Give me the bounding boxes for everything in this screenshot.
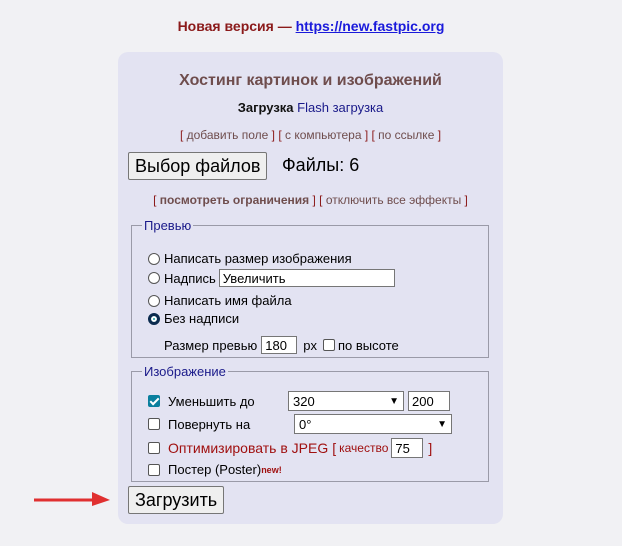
reduce-select-value: 320 [293,393,315,409]
rotate-row: Повернуть на 0° ▼ [148,414,452,434]
upload-mode-line: Загрузка Flash загрузка [118,100,503,115]
image-fieldset: Изображение Уменьшить до 320 ▼ 200 Поверн… [131,364,489,482]
page-title: Хостинг картинок и изображений [179,72,442,89]
reduce-row: Уменьшить до 320 ▼ 200 [148,391,450,411]
optimize-label: Оптимизировать в JPEG [168,440,329,456]
quality-input[interactable]: 75 [391,438,424,458]
upload-panel: Хостинг картинок и изображений Загрузка … [118,52,503,524]
radio-none-label: Без надписи [164,311,240,326]
from-computer-link[interactable]: с компьютера [285,128,362,142]
preview-size-row: Размер превью 180 px по высоте [164,336,399,354]
preview-option-none[interactable]: Без надписи [148,311,239,326]
by-height-checkbox[interactable] [322,339,335,351]
reduce-label: Уменьшить до [168,393,255,409]
files-count: Файлы: 6 [282,155,360,175]
preview-size-label: Размер превью [164,337,258,353]
image-legend: Изображение [144,364,226,379]
new-version-link[interactable]: https://new.fastpic.org [296,18,445,34]
quality-open-bracket: [ [332,440,337,456]
preview-size-unit: px [303,337,317,353]
quality-close-bracket: ] [428,440,433,456]
rotate-select-value: 0° [299,416,312,432]
caption-input[interactable]: Увеличить [218,269,395,287]
rotate-select[interactable]: 0° ▼ [294,414,452,434]
disable-effects-link[interactable]: отключить все эффекты [326,193,461,207]
radio-filename-label: Написать имя файла [164,293,292,308]
preview-legend: Превью [144,218,192,233]
radio-caption-label: Надпись [164,270,216,286]
poster-row: Постер (Poster) new! [148,462,282,477]
chevron-down-icon: ▼ [437,418,447,430]
optimize-checkbox[interactable] [148,442,160,454]
arrow-right-icon [34,492,110,506]
preview-size-input[interactable]: 180 [261,336,298,354]
radio-none[interactable] [148,312,160,325]
choose-files-button[interactable]: Выбор файлов [128,152,268,180]
quality-label: качество [339,441,389,455]
preview-option-size[interactable]: Написать размер изображения [148,251,352,266]
reduce-input[interactable]: 200 [408,391,450,411]
radio-size[interactable] [148,252,160,265]
by-link-link[interactable]: по ссылке [378,128,434,142]
flash-upload-link[interactable]: Flash загрузка [297,100,383,115]
add-field-link[interactable]: добавить поле [187,128,269,142]
radio-caption[interactable] [148,272,160,284]
rotate-label: Повернуть на [168,416,251,432]
poster-checkbox[interactable] [148,463,160,476]
new-version-text: Новая версия — [177,18,296,34]
preview-option-filename[interactable]: Написать имя файла [148,293,292,308]
preview-option-caption[interactable]: Надпись Увеличить [148,269,395,287]
upload-label: Загрузка [237,100,294,115]
reduce-checkbox[interactable] [148,395,160,407]
by-height-label: по высоте [337,337,399,353]
new-badge: new! [261,464,282,475]
new-version-banner: Новая версия — https://new.fastpic.org [0,18,622,34]
upload-button[interactable]: Загрузить [128,486,225,514]
chevron-down-icon: ▼ [389,395,399,407]
reduce-select[interactable]: 320 ▼ [288,391,404,411]
radio-filename[interactable] [148,294,160,307]
source-links: [ добавить поле ] [ с компьютера ] [ по … [179,128,442,142]
poster-label: Постер (Poster) [168,462,262,477]
optimize-row: Оптимизировать в JPEG [ качество 75 ] [148,438,432,458]
preview-fieldset: Превью Написать размер изображения Надпи… [131,218,489,358]
view-limits-link[interactable]: посмотреть ограничения [160,193,309,207]
rotate-checkbox[interactable] [148,418,160,430]
radio-size-label: Написать размер изображения [164,251,352,266]
options-links: [ посмотреть ограничения ] [ отключить в… [153,193,468,207]
